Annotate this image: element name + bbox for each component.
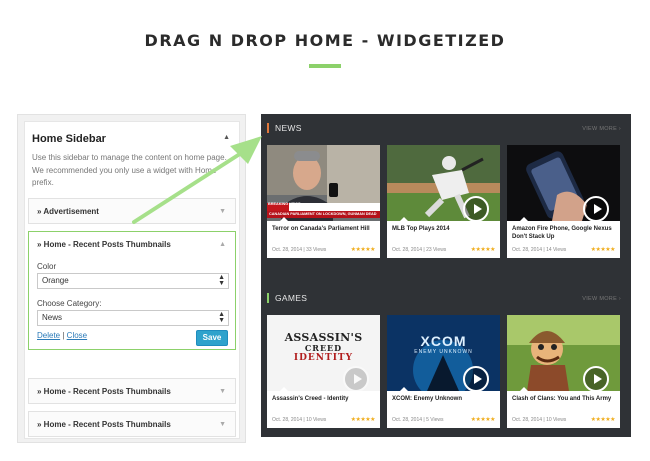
post-title[interactable]: XCOM: Enemy Unknown bbox=[392, 395, 496, 403]
post-meta: Oct. 28, 2014 | 10 Views bbox=[272, 417, 327, 423]
post-meta: Oct. 28, 2014 | 23 Views bbox=[392, 247, 447, 253]
sidebar-title[interactable]: Home Sidebar bbox=[32, 133, 106, 145]
link-separator: | bbox=[62, 331, 65, 340]
card-notch bbox=[399, 387, 409, 392]
title-underline bbox=[309, 64, 341, 68]
widget-title[interactable]: » Home - Recent Posts Thumbnails bbox=[37, 240, 171, 249]
post-card[interactable]: BREAKING NEWS CANADIAN PARLIAMENT ON LOC… bbox=[267, 145, 380, 258]
widget-advertisement[interactable]: » Advertisement ▼ bbox=[28, 198, 236, 224]
widget-title[interactable]: » Advertisement bbox=[37, 207, 99, 216]
post-date: Oct. 28, 2014 bbox=[512, 247, 543, 253]
post-card[interactable]: XCOM ENEMY UNKNOWN XCOM: Enemy Unknown O… bbox=[387, 315, 500, 428]
post-card[interactable]: Amazon Fire Phone, Google Nexus Don't St… bbox=[507, 145, 620, 258]
rating-stars-icon: ★★★★★ bbox=[350, 247, 376, 253]
post-thumbnail[interactable] bbox=[507, 145, 620, 221]
close-link[interactable]: Close bbox=[67, 331, 87, 340]
post-title[interactable]: Clash of Clans: You and This Army bbox=[512, 395, 616, 403]
post-date: Oct. 28, 2014 bbox=[512, 417, 543, 423]
games-view-more-link[interactable]: VIEW MORE › bbox=[582, 296, 621, 302]
homepage-preview: NEWS VIEW MORE › BREAKING NEWS CANADIAN … bbox=[261, 114, 631, 437]
save-button[interactable]: Save bbox=[196, 330, 228, 346]
post-card[interactable]: MLB Top Plays 2014 Oct. 28, 2014 | 23 Vi… bbox=[387, 145, 500, 258]
post-date: Oct. 28, 2014 bbox=[272, 417, 303, 423]
play-icon[interactable] bbox=[583, 366, 609, 391]
post-views: 5 Views bbox=[426, 417, 444, 423]
delete-link[interactable]: Delete bbox=[37, 331, 60, 340]
play-icon[interactable] bbox=[463, 366, 489, 391]
page-title: DRAG N DROP HOME - WIDGETIZED bbox=[144, 31, 506, 50]
post-views: 33 Views bbox=[306, 247, 327, 253]
games-section-title: GAMES bbox=[275, 293, 308, 303]
color-label: Color bbox=[37, 262, 57, 271]
widget-recent-posts[interactable]: » Home - Recent Posts Thumbnails ▼ bbox=[28, 378, 236, 404]
card-notch bbox=[519, 217, 529, 222]
category-label: Choose Category: bbox=[37, 299, 102, 308]
card-notch bbox=[279, 387, 289, 392]
post-date: Oct. 28, 2014 bbox=[392, 247, 423, 253]
game-logo-line: CREED bbox=[304, 343, 343, 353]
post-thumbnail[interactable] bbox=[387, 145, 500, 221]
rating-stars-icon: ★★★★★ bbox=[590, 417, 616, 423]
news-section-marker bbox=[267, 123, 269, 133]
play-icon[interactable] bbox=[463, 196, 489, 221]
breaking-news-tag: BREAKING NEWS bbox=[268, 202, 301, 206]
post-title[interactable]: Assassin's Creed - Identity bbox=[272, 395, 376, 403]
play-icon[interactable] bbox=[583, 196, 609, 221]
home-sidebar: Home Sidebar ▲ Use this sidebar to manag… bbox=[24, 121, 240, 439]
widget-title[interactable]: » Home - Recent Posts Thumbnails bbox=[37, 420, 171, 429]
widget-actions: Delete | Close bbox=[37, 331, 87, 340]
card-notch bbox=[279, 217, 289, 222]
select-arrows-icon: ▲ ▼ bbox=[218, 274, 225, 287]
post-meta: Oct. 28, 2014 | 14 Views bbox=[512, 247, 567, 253]
post-thumbnail[interactable]: XCOM ENEMY UNKNOWN bbox=[387, 315, 500, 391]
post-date: Oct. 28, 2014 bbox=[392, 417, 423, 423]
news-section-title: NEWS bbox=[275, 123, 302, 133]
collapse-caret-icon[interactable]: ▲ bbox=[223, 134, 230, 141]
game-logo-line: XCOM bbox=[420, 333, 467, 349]
play-icon[interactable] bbox=[343, 366, 369, 391]
sidebar-description: Use this sidebar to manage the content o… bbox=[32, 153, 227, 187]
color-select-value: Orange bbox=[42, 276, 69, 285]
post-views: 10 Views bbox=[546, 417, 567, 423]
color-select[interactable]: Orange ▲ ▼ bbox=[37, 273, 229, 289]
game-logo-line: IDENTITY bbox=[293, 353, 354, 363]
expand-caret-icon[interactable]: ▼ bbox=[219, 208, 226, 215]
game-logo-line: ENEMY UNKNOWN bbox=[414, 349, 473, 355]
post-thumbnail[interactable]: BREAKING NEWS CANADIAN PARLIAMENT ON LOC… bbox=[267, 145, 380, 221]
card-notch bbox=[519, 387, 529, 392]
expand-caret-icon[interactable]: ▼ bbox=[219, 388, 226, 395]
games-section-marker bbox=[267, 293, 269, 303]
post-meta: Oct. 28, 2014 | 33 Views bbox=[272, 247, 327, 253]
post-thumbnail[interactable]: ASSASSIN'S CREED IDENTITY bbox=[267, 315, 380, 391]
post-card[interactable]: ASSASSIN'S CREED IDENTITY Assassin's Cre… bbox=[267, 315, 380, 428]
category-select[interactable]: News ▲ ▼ bbox=[37, 310, 229, 326]
post-date: Oct. 28, 2014 bbox=[272, 247, 303, 253]
news-view-more-link[interactable]: VIEW MORE › bbox=[582, 126, 621, 132]
rating-stars-icon: ★★★★★ bbox=[350, 417, 376, 423]
widget-recent-posts-open[interactable]: » Home - Recent Posts Thumbnails ▲ Color… bbox=[28, 231, 236, 350]
rating-stars-icon: ★★★★★ bbox=[470, 417, 496, 423]
widget-admin-panel: Home Sidebar ▲ Use this sidebar to manag… bbox=[17, 114, 246, 443]
category-select-value: News bbox=[42, 313, 63, 322]
rating-stars-icon: ★★★★★ bbox=[470, 247, 496, 253]
post-views: 14 Views bbox=[546, 247, 567, 253]
post-meta: Oct. 28, 2014 | 5 Views bbox=[392, 417, 444, 423]
expand-caret-icon[interactable]: ▼ bbox=[219, 421, 226, 428]
post-card[interactable]: Clash of Clans: You and This Army Oct. 2… bbox=[507, 315, 620, 428]
rating-stars-icon: ★★★★★ bbox=[590, 247, 616, 253]
post-views: 23 Views bbox=[426, 247, 447, 253]
post-views: 10 Views bbox=[306, 417, 327, 423]
post-title[interactable]: MLB Top Plays 2014 bbox=[392, 225, 496, 233]
post-title[interactable]: Amazon Fire Phone, Google Nexus Don't St… bbox=[512, 225, 616, 241]
post-title[interactable]: Terror on Canada's Parliament Hill bbox=[272, 225, 376, 233]
widget-title[interactable]: » Home - Recent Posts Thumbnails bbox=[37, 387, 171, 396]
post-thumbnail[interactable] bbox=[507, 315, 620, 391]
widget-recent-posts[interactable]: » Home - Recent Posts Thumbnails ▼ bbox=[28, 411, 236, 437]
post-meta: Oct. 28, 2014 | 10 Views bbox=[512, 417, 567, 423]
card-notch bbox=[399, 217, 409, 222]
collapse-caret-icon[interactable]: ▲ bbox=[219, 241, 226, 248]
select-arrows-icon: ▲ ▼ bbox=[218, 311, 225, 324]
